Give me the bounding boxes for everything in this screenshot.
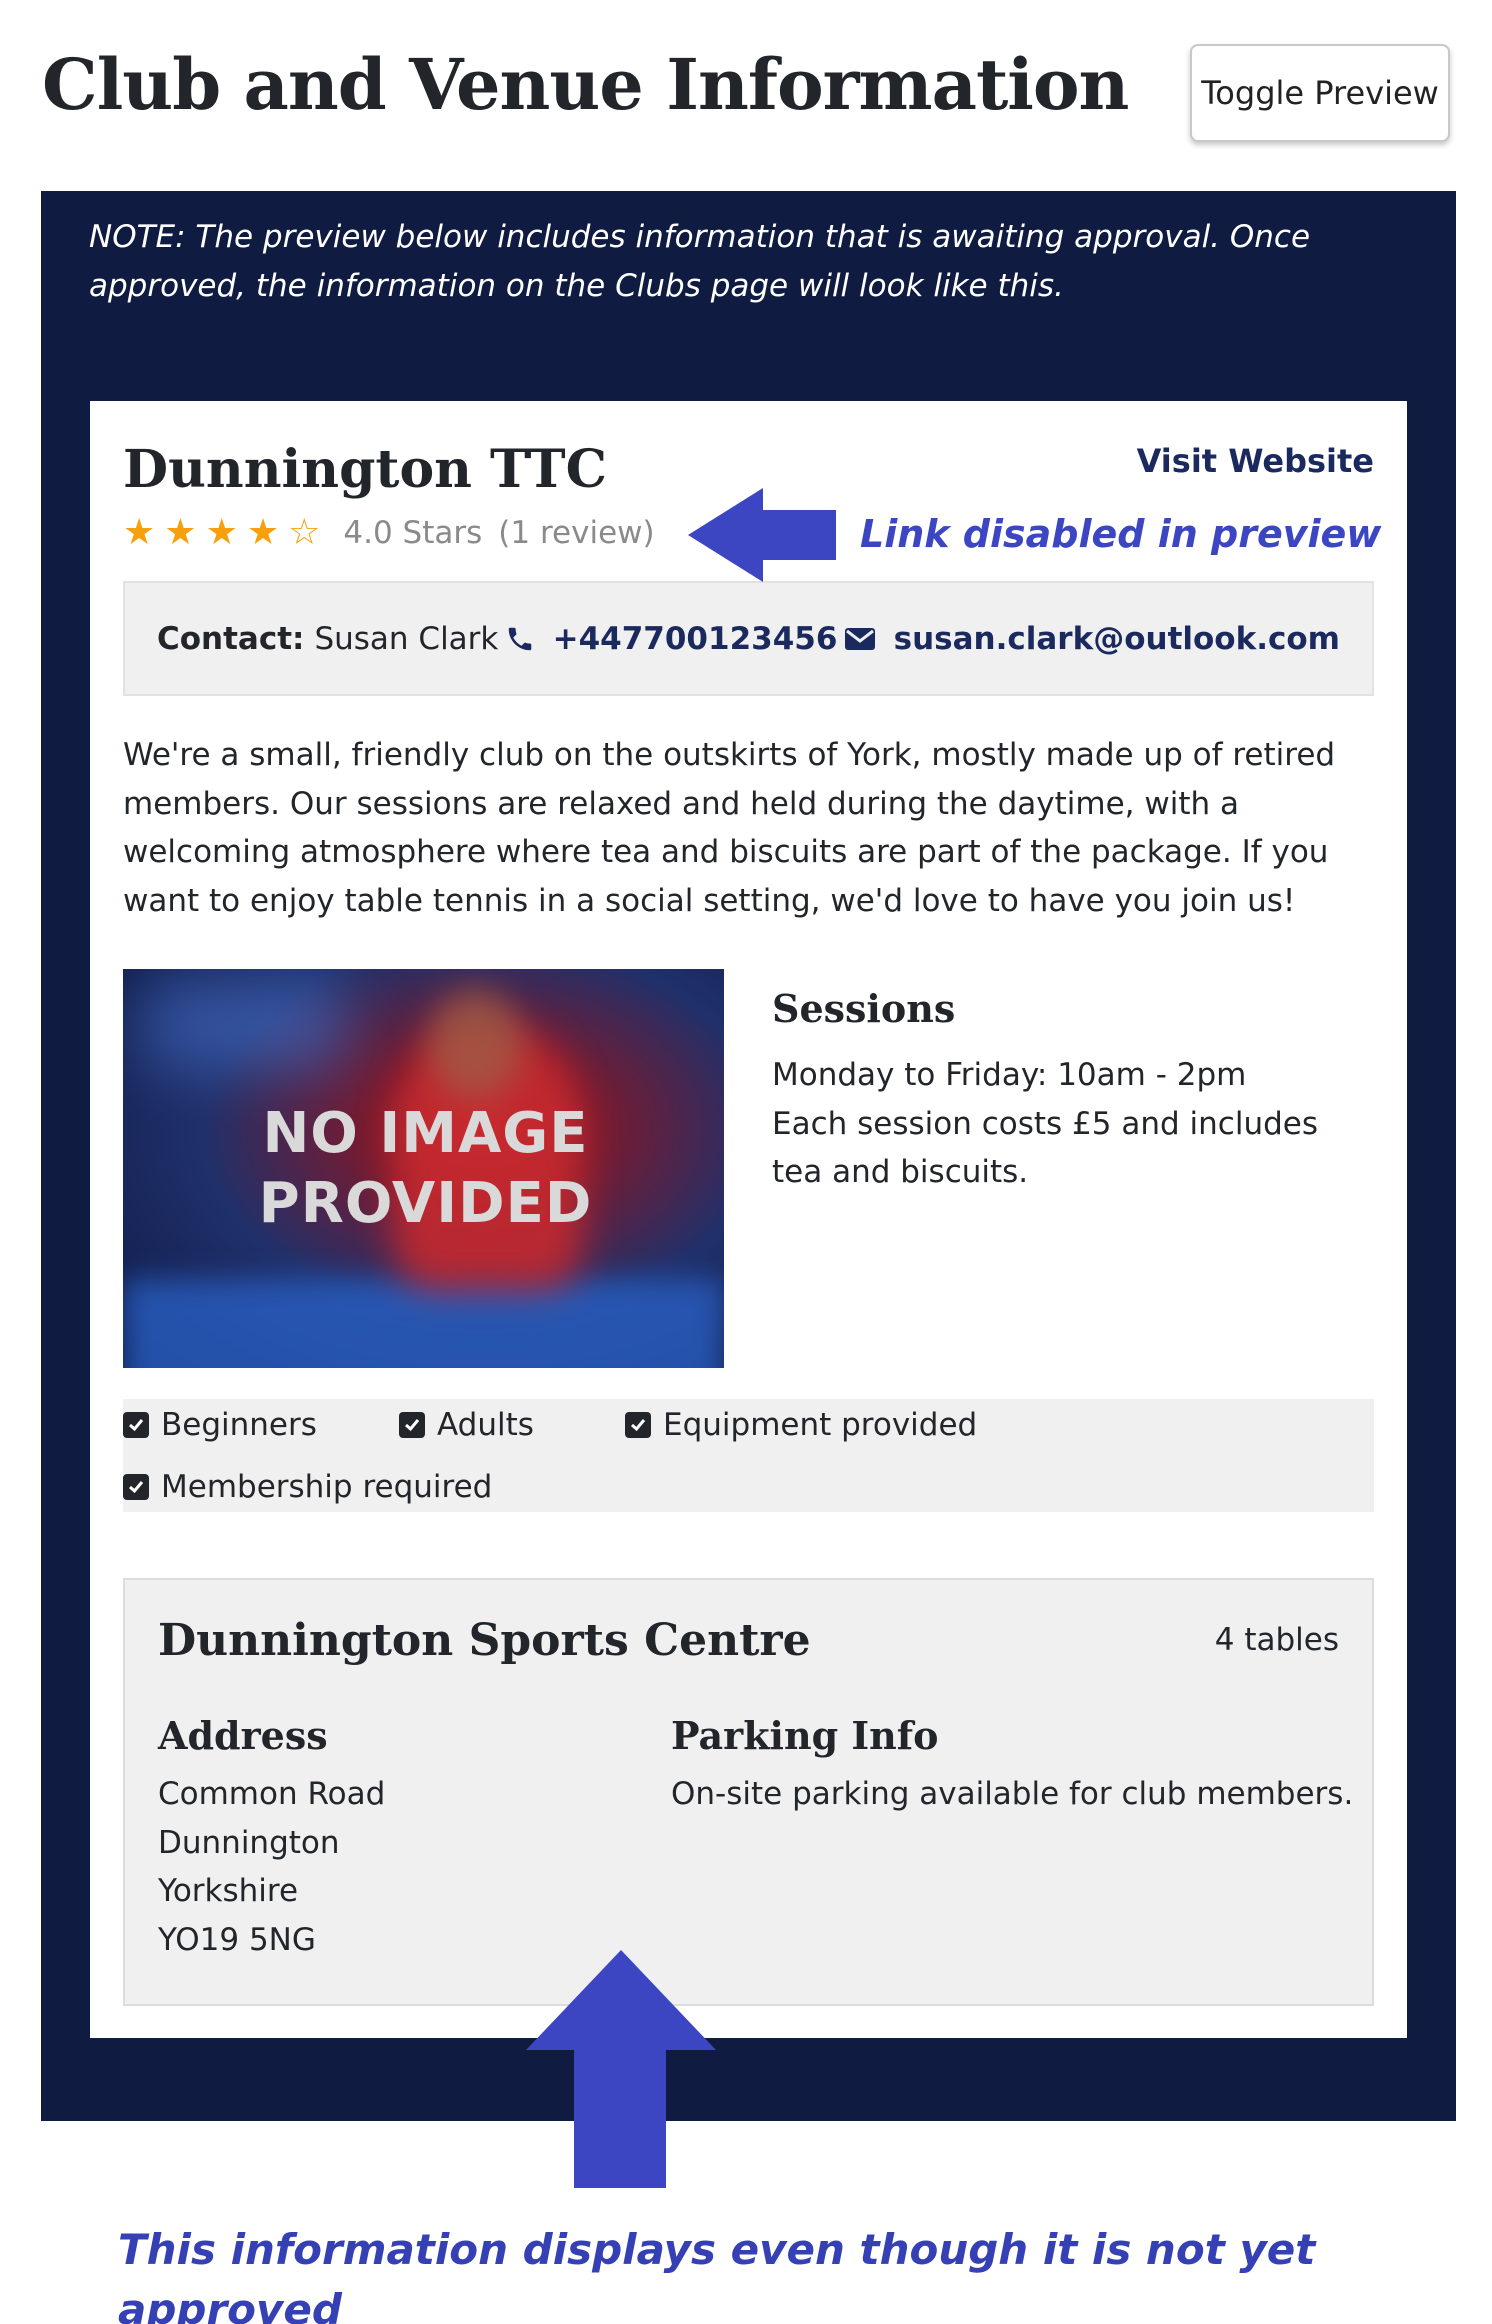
star-full-icon: ★ xyxy=(246,512,280,553)
visit-website-link[interactable]: Visit Website xyxy=(1137,439,1374,483)
rating-label: 4.0 Stars xyxy=(343,515,483,551)
address-line: Common Road xyxy=(158,1776,386,1812)
arrow-up-icon xyxy=(526,1950,716,2188)
checkbox-checked-icon xyxy=(625,1412,651,1438)
feature-label: Equipment provided xyxy=(663,1407,978,1443)
contact-phone[interactable]: +447700123456 xyxy=(505,621,838,657)
club-image-placeholder: NO IMAGE PROVIDED xyxy=(123,969,724,1368)
club-description: We're a small, friendly club on the outs… xyxy=(123,737,1336,919)
sessions-title: Sessions xyxy=(772,986,956,1031)
review-count: (1 review) xyxy=(498,515,655,551)
address-line: Yorkshire xyxy=(158,1873,299,1909)
venue-name: Dunnington Sports Centre xyxy=(158,1615,811,1666)
venue-box: Dunnington Sports Centre 4 tables Addres… xyxy=(123,1578,1374,2006)
page-title: Club and Venue Information xyxy=(42,43,1129,126)
email-link[interactable]: susan.clark@outlook.com xyxy=(894,621,1340,657)
address-line: YO19 5NG xyxy=(158,1921,316,1958)
preview-panel: NOTE: The preview below includes informa… xyxy=(41,191,1456,2121)
parking-text: On-site parking available for club membe… xyxy=(671,1776,1354,1812)
no-image-line-2: PROVIDED xyxy=(258,1170,593,1236)
star-full-icon: ★ xyxy=(164,512,197,553)
toggle-preview-button[interactable]: Toggle Preview xyxy=(1190,44,1450,142)
star-full-icon: ★ xyxy=(205,512,238,553)
no-image-line-1: NO IMAGE xyxy=(262,1100,589,1166)
feature-item: Equipment provided xyxy=(625,1405,977,1445)
envelope-icon xyxy=(844,627,875,650)
star-empty-icon: ☆ xyxy=(288,512,321,553)
club-card: Dunnington TTC Visit Website ★ ★ ★ ★ ☆ 4… xyxy=(90,401,1407,2038)
checkbox-checked-icon xyxy=(399,1412,425,1438)
address-line: Dunnington xyxy=(158,1824,340,1861)
annotation-link-disabled: Link disabled in preview xyxy=(860,512,1382,556)
phone-icon xyxy=(508,627,531,650)
feature-label: Membership required xyxy=(161,1469,493,1505)
contact-name: Susan Clark xyxy=(314,620,499,657)
sessions-text: Monday to Friday: 10am - 2pm Each sessio… xyxy=(772,1051,1372,1197)
sessions-line-2: Each session costs £5 and includes tea a… xyxy=(772,1105,1318,1191)
feature-label: Beginners xyxy=(161,1407,317,1443)
club-name: Dunnington TTC xyxy=(123,439,607,500)
contact-email[interactable]: susan.clark@outlook.com xyxy=(844,621,1340,657)
contact-bar: Contact: Susan Clark +447700123456 susan… xyxy=(123,581,1374,696)
feature-item: Adults xyxy=(399,1405,534,1445)
features-box: Beginners Adults Equipment provided Memb… xyxy=(123,1399,1374,1512)
contact-person: Contact: Susan Clark xyxy=(157,621,498,657)
arrow-left-icon xyxy=(688,488,836,582)
annotation-unapproved-info: This information displays even though it… xyxy=(118,2225,1316,2324)
feature-label: Adults xyxy=(437,1407,534,1443)
contact-label: Contact: xyxy=(157,620,305,657)
checkbox-checked-icon xyxy=(123,1412,149,1438)
star-full-icon: ★ xyxy=(123,512,156,553)
venue-tables: 4 tables xyxy=(1214,1622,1339,1658)
phone-link[interactable]: +447700123456 xyxy=(553,621,838,657)
feature-item: Membership required xyxy=(123,1467,492,1507)
checkbox-checked-icon xyxy=(123,1474,149,1500)
parking-heading: Parking Info xyxy=(671,1713,939,1758)
address-heading: Address xyxy=(158,1713,328,1758)
preview-note: NOTE: The preview below includes informa… xyxy=(89,219,1311,304)
sessions-line-1: Monday to Friday: 10am - 2pm xyxy=(772,1057,1247,1093)
feature-item: Beginners xyxy=(123,1405,317,1445)
rating-row: ★ ★ ★ ★ ☆ 4.0 Stars (1 review) xyxy=(123,511,655,555)
no-image-text: NO IMAGE PROVIDED xyxy=(123,969,724,1368)
